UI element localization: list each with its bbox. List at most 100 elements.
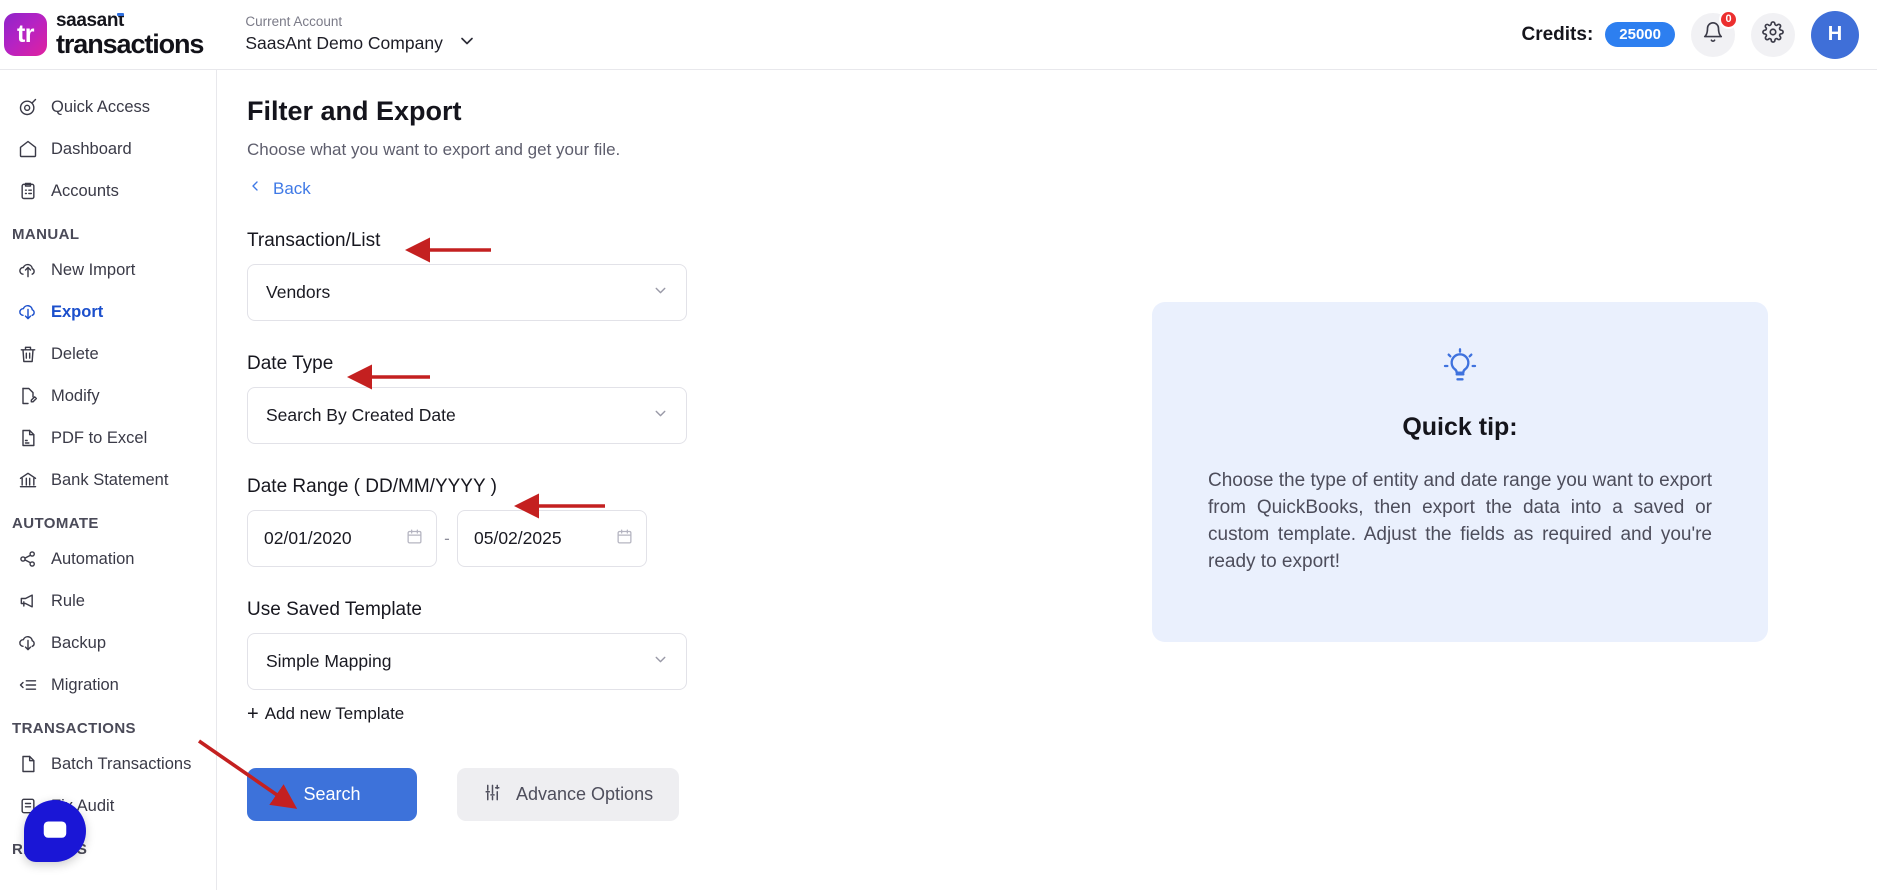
sidebar-item-label: Batch Transactions	[51, 754, 192, 773]
sidebar-item-accounts[interactable]: Accounts	[0, 170, 216, 212]
date-range-to-input[interactable]: 05/02/2025	[457, 510, 647, 567]
sidebar-item-label: PDF to Excel	[51, 428, 148, 447]
logo-accent-icon	[116, 13, 124, 16]
header-actions: Credits: 25000 0 H	[1521, 9, 1859, 59]
notifications-button[interactable]: 0	[1691, 9, 1738, 57]
field-date-type: Date Type Search By Created Date	[247, 353, 697, 444]
sidebar-item-rule[interactable]: Rule	[0, 580, 216, 622]
logo-wordmark: saasant transactions	[56, 11, 204, 59]
sidebar-item-label: Modify	[51, 386, 100, 405]
avatar[interactable]: H	[1811, 10, 1859, 59]
megaphone-icon	[17, 591, 38, 612]
logo-name-top: saasant	[56, 11, 124, 30]
logo-name-bottom: transactions	[56, 29, 204, 59]
sidebar-item-label: Automation	[51, 549, 135, 568]
document-icon	[17, 754, 38, 775]
advance-options-button[interactable]: Advance Options	[457, 768, 680, 821]
calendar-icon[interactable]	[616, 528, 633, 550]
saved-template-select[interactable]: Simple Mapping	[247, 633, 687, 690]
chevron-down-icon	[652, 405, 669, 427]
lightbulb-icon	[1440, 348, 1480, 390]
date-type-value: Search By Created Date	[266, 405, 456, 425]
sliders-icon	[483, 783, 502, 807]
sidebar-item-quick-access[interactable]: Quick Access	[0, 86, 216, 128]
plus-icon: +	[247, 703, 259, 725]
date-range-row: 02/01/2020 - 05/02/2025	[247, 510, 697, 567]
page-title: Filter and Export	[247, 96, 462, 126]
date-range-from-input[interactable]: 02/01/2020	[247, 510, 437, 567]
cloud-upload-icon	[17, 260, 38, 281]
sidebar-item-label: Backup	[51, 633, 107, 652]
account-name-row: SaasAnt Demo Company	[245, 31, 476, 55]
date-range-label: Date Range ( DD/MM/YYYY )	[247, 476, 497, 497]
sidebar-section-automate: AUTOMATE	[12, 515, 99, 532]
sidebar-item-batch-transactions[interactable]: Batch Transactions	[0, 743, 216, 785]
date-range-separator: -	[444, 528, 450, 548]
chat-widget-button[interactable]	[24, 800, 86, 862]
sidebar-item-label: Migration	[51, 675, 119, 694]
search-button[interactable]: Search	[247, 768, 417, 821]
credits-badge: 25000	[1605, 22, 1675, 47]
top-bar: tr saasant transactions Current Account …	[0, 0, 1877, 70]
sidebar-item-modify[interactable]: Modify	[0, 375, 216, 417]
logo-name-top-text: saasant	[56, 10, 124, 31]
sidebar-item-migration[interactable]: Migration	[0, 664, 216, 706]
settings-button[interactable]	[1751, 12, 1795, 57]
add-new-template-link[interactable]: + Add new Template	[247, 704, 404, 724]
sidebar-item-bank-statement[interactable]: Bank Statement	[0, 459, 216, 501]
sidebar-item-label: Quick Access	[51, 97, 151, 116]
pdf-file-icon	[17, 428, 38, 449]
sidebar-item-pdf-to-excel[interactable]: PDF to Excel	[0, 417, 216, 459]
account-switcher[interactable]: Current Account SaasAnt Demo Company	[245, 14, 476, 56]
file-edit-icon	[17, 386, 38, 407]
trash-icon	[17, 344, 38, 365]
date-type-select[interactable]: Search By Created Date	[247, 387, 687, 444]
export-filter-form: Transaction/List Vendors Date Type Searc…	[247, 230, 697, 821]
cloud-download-icon	[17, 302, 38, 323]
credits-label: Credits:	[1521, 23, 1594, 45]
quick-tip-body: Choose the type of entity and date range…	[1208, 470, 1712, 572]
sidebar-item-label: New Import	[51, 260, 136, 279]
saved-template-value: Simple Mapping	[266, 651, 392, 671]
page-subtitle: Choose what you want to export and get y…	[247, 140, 621, 159]
bank-icon	[17, 470, 38, 491]
sidebar-section-manual: MANUAL	[12, 226, 80, 243]
field-transaction-list: Transaction/List Vendors	[247, 230, 697, 321]
transaction-list-label: Transaction/List	[247, 230, 381, 251]
transaction-list-select[interactable]: Vendors	[247, 264, 687, 321]
form-actions: Search Advance Options	[247, 768, 697, 821]
sidebar-item-label: Delete	[51, 344, 99, 363]
app-logo[interactable]: tr saasant transactions	[4, 11, 204, 59]
sidebar-item-backup[interactable]: Backup	[0, 622, 216, 664]
cloud-download-icon	[17, 633, 38, 654]
sidebar-item-label: Rule	[51, 591, 85, 610]
saved-template-label: Use Saved Template	[247, 599, 422, 620]
target-icon	[17, 97, 38, 118]
sidebar-item-label: Export	[51, 302, 104, 321]
account-label: Current Account	[245, 13, 343, 29]
share-nodes-icon	[17, 549, 38, 570]
main-content: Filter and Export Choose what you want t…	[217, 70, 1877, 890]
chevron-down-icon[interactable]	[457, 31, 477, 55]
quick-tip-title: Quick tip:	[1402, 413, 1518, 441]
sidebar-item-export[interactable]: Export	[0, 291, 216, 333]
calendar-icon[interactable]	[406, 528, 423, 550]
notification-count-badge: 0	[1719, 9, 1738, 29]
account-name: SaasAnt Demo Company	[245, 33, 443, 54]
gear-icon	[1762, 21, 1784, 48]
date-type-label: Date Type	[247, 353, 334, 374]
back-link[interactable]: Back	[247, 178, 311, 199]
chevron-left-icon	[247, 178, 263, 199]
sidebar-item-delete[interactable]: Delete	[0, 333, 216, 375]
back-label: Back	[273, 178, 311, 198]
chevron-down-icon	[652, 282, 669, 304]
logo-mark-icon: tr	[4, 13, 47, 56]
sidebar: Quick Access Dashboard Accounts MANUAL N…	[0, 70, 217, 890]
sidebar-item-label: Accounts	[51, 181, 119, 200]
sidebar-item-dashboard[interactable]: Dashboard	[0, 128, 216, 170]
sidebar-item-new-import[interactable]: New Import	[0, 249, 216, 291]
date-range-to-value: 05/02/2025	[474, 528, 562, 548]
sidebar-item-automation[interactable]: Automation	[0, 538, 216, 580]
chevron-down-icon	[652, 651, 669, 673]
sidebar-item-label: Dashboard	[51, 139, 132, 158]
